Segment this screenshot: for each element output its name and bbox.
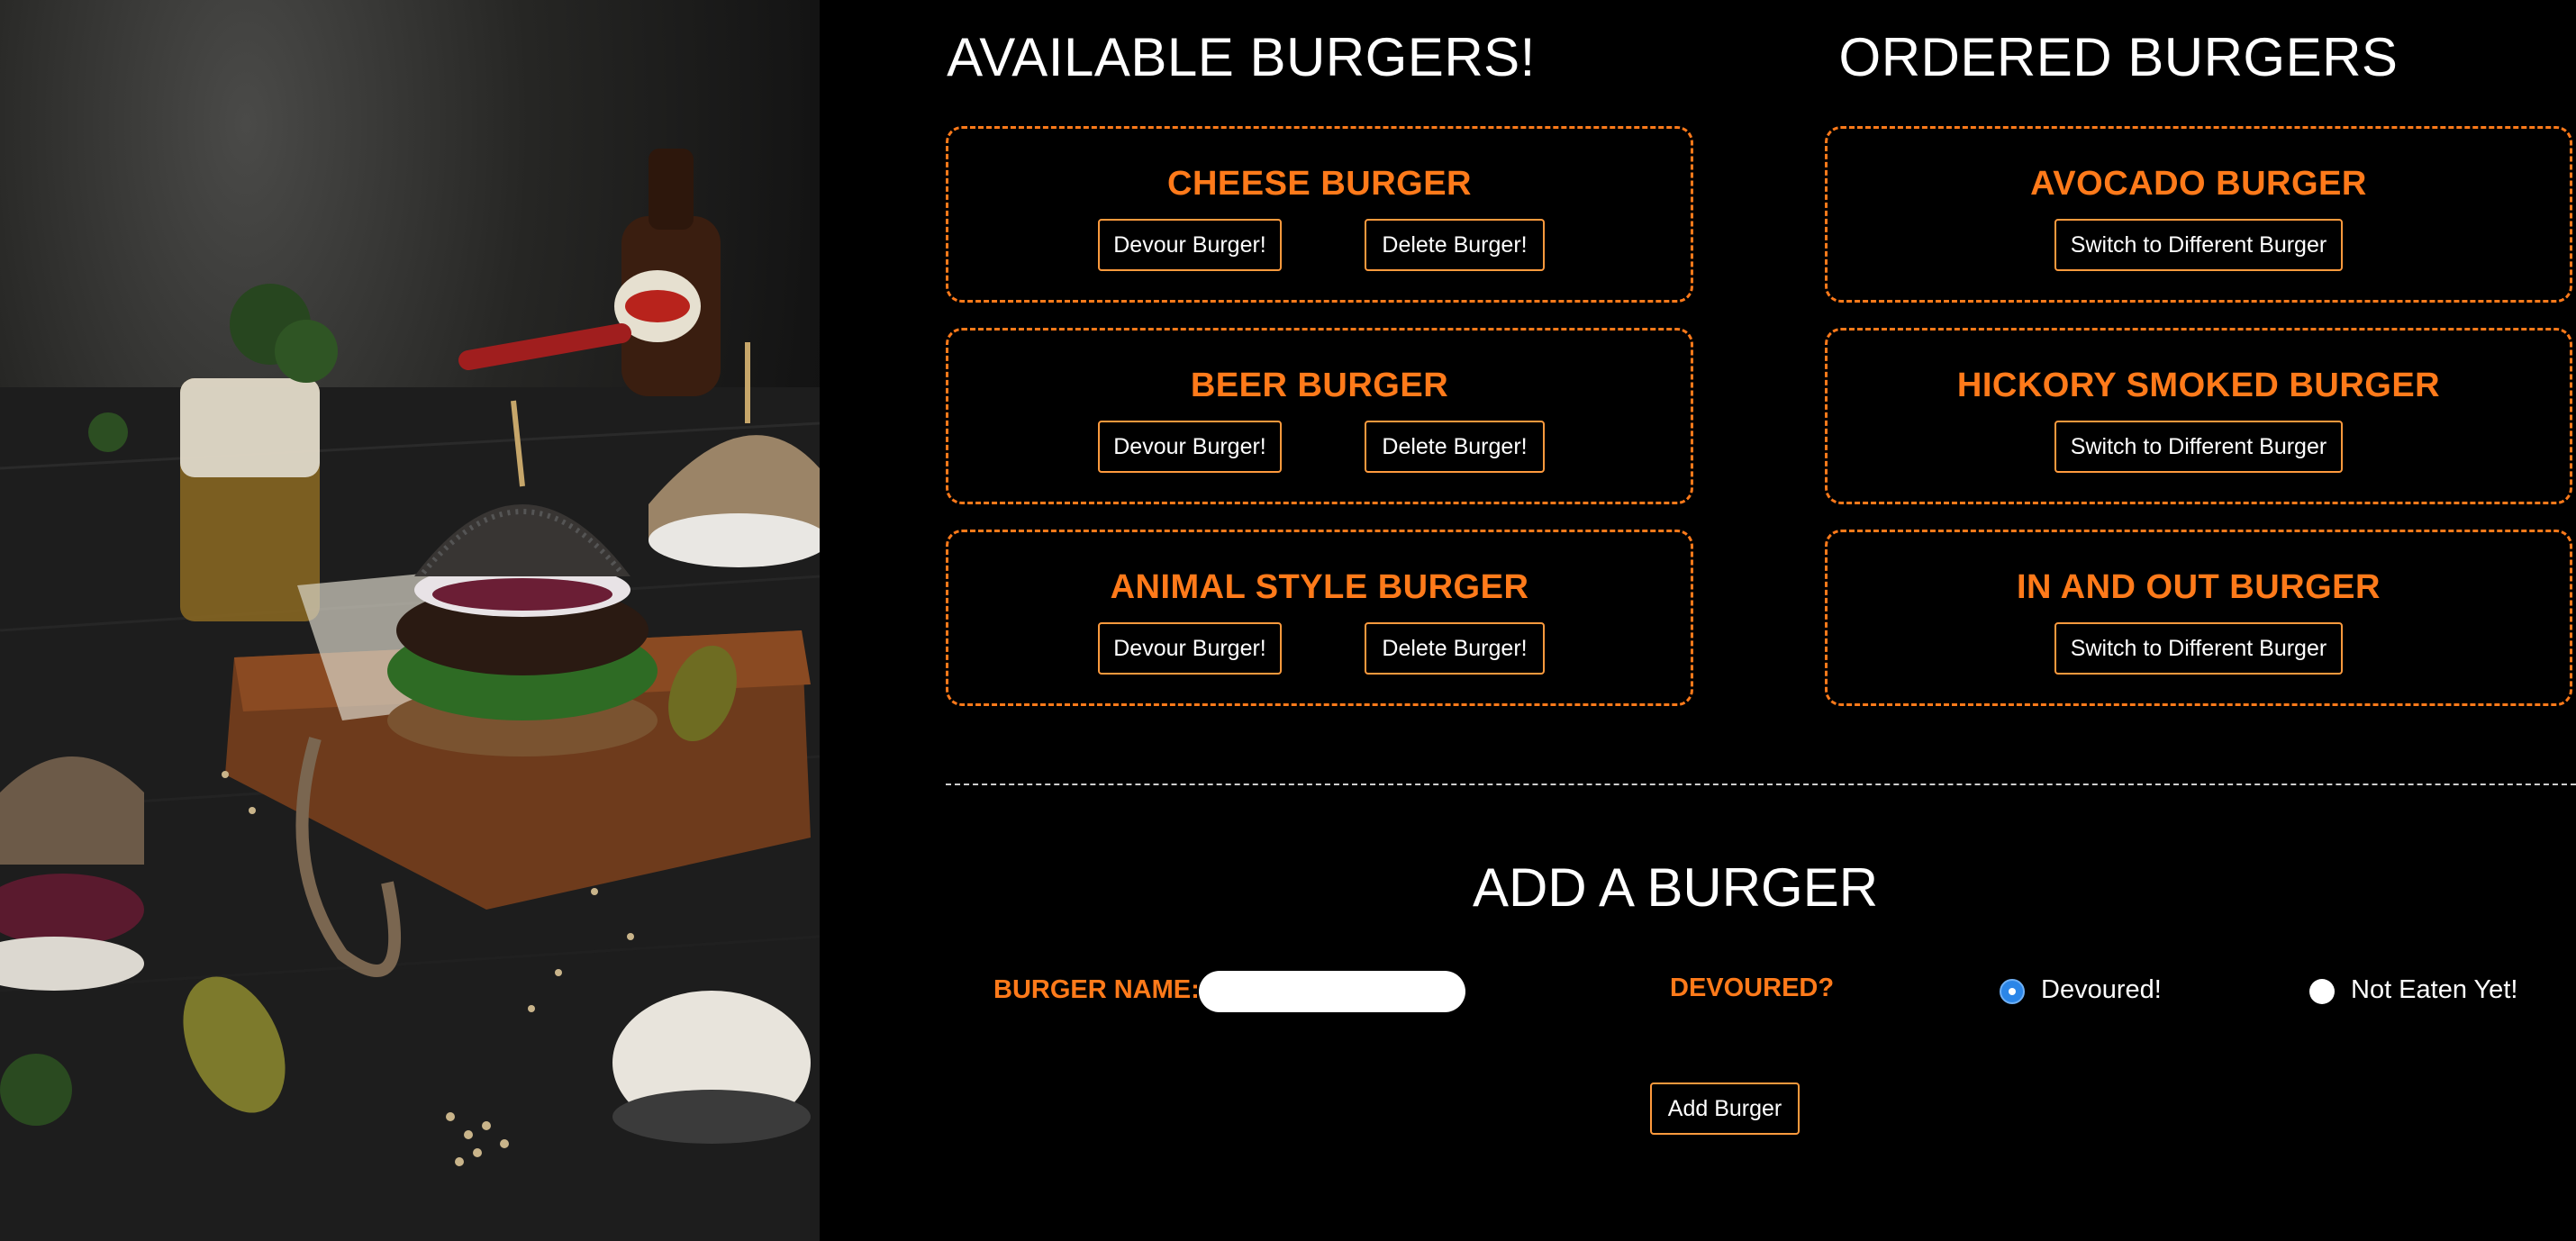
delete-burger-button[interactable]: Delete Burger! xyxy=(1365,421,1545,473)
ordered-burger-card: AVOCADO BURGER Switch to Different Burge… xyxy=(1825,126,2572,303)
available-burger-card: BEER BURGER Devour Burger! Delete Burger… xyxy=(946,328,1693,504)
delete-burger-button[interactable]: Delete Burger! xyxy=(1365,622,1545,675)
devoured-question-label: DEVOURED? xyxy=(1670,974,1835,1002)
burger-name-label: BURGER NAME: xyxy=(993,975,1200,1004)
burger-name: AVOCADO BURGER xyxy=(2030,165,2367,203)
available-burgers-title: AVAILABLE BURGERS! xyxy=(947,27,1536,87)
section-divider xyxy=(946,784,2576,785)
burger-name: IN AND OUT BURGER xyxy=(2017,568,2381,606)
main-content: AVAILABLE BURGERS! ORDERED BURGERS CHEES… xyxy=(820,0,2576,1241)
available-burger-card: CHEESE BURGER Devour Burger! Delete Burg… xyxy=(946,126,1693,303)
delete-burger-button[interactable]: Delete Burger! xyxy=(1365,219,1545,271)
burger-name: CHEESE BURGER xyxy=(1167,165,1472,203)
devour-burger-button[interactable]: Devour Burger! xyxy=(1098,219,1282,271)
devour-burger-button[interactable]: Devour Burger! xyxy=(1098,421,1282,473)
burger-name: BEER BURGER xyxy=(1190,367,1449,404)
devour-burger-button[interactable]: Devour Burger! xyxy=(1098,622,1282,675)
ordered-burger-card: HICKORY SMOKED BURGER Switch to Differen… xyxy=(1825,328,2572,504)
burger-photo xyxy=(0,0,820,1241)
ordered-burger-card: IN AND OUT BURGER Switch to Different Bu… xyxy=(1825,530,2572,706)
not-eaten-radio[interactable] xyxy=(2309,979,2335,1004)
not-eaten-radio-label[interactable]: Not Eaten Yet! xyxy=(2351,975,2517,1005)
add-burger-title: ADD A BURGER xyxy=(1472,857,1879,918)
burger-name: HICKORY SMOKED BURGER xyxy=(1956,367,2441,404)
switch-burger-button[interactable]: Switch to Different Burger xyxy=(2054,421,2343,473)
page: AVAILABLE BURGERS! ORDERED BURGERS CHEES… xyxy=(0,0,2576,1241)
devoured-radio-label[interactable]: Devoured! xyxy=(2041,975,2162,1005)
add-burger-button[interactable]: Add Burger xyxy=(1650,1082,1800,1135)
burger-name-input[interactable] xyxy=(1199,971,1465,1012)
devoured-radio[interactable] xyxy=(2000,979,2025,1004)
burger-name: ANIMAL STYLE BURGER xyxy=(1110,568,1529,606)
switch-burger-button[interactable]: Switch to Different Burger xyxy=(2054,219,2343,271)
ordered-burgers-title: ORDERED BURGERS xyxy=(1838,27,2399,87)
available-burger-card: ANIMAL STYLE BURGER Devour Burger! Delet… xyxy=(946,530,1693,706)
burger-photo-illustration xyxy=(0,149,820,1241)
switch-burger-button[interactable]: Switch to Different Burger xyxy=(2054,622,2343,675)
